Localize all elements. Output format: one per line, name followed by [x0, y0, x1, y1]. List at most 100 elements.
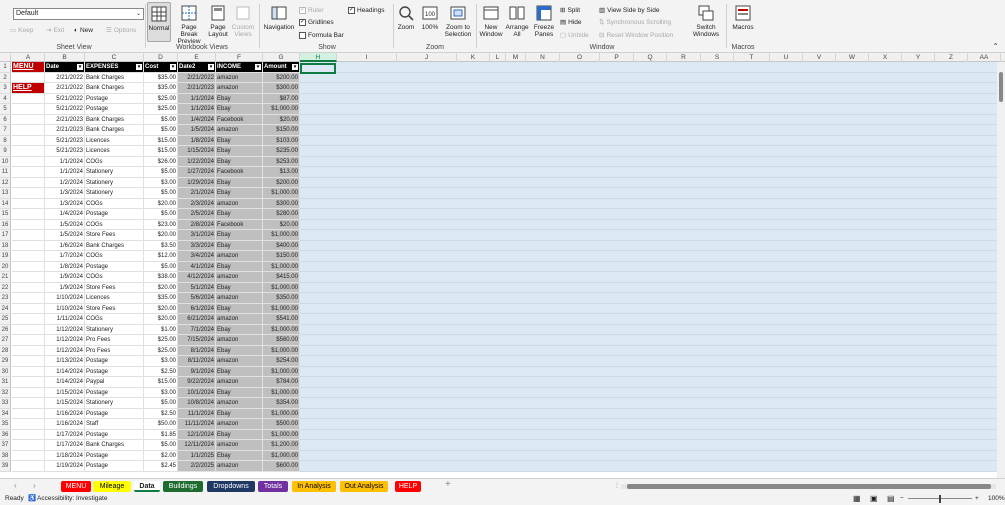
empty-cells[interactable]: [300, 135, 1005, 146]
cell-date[interactable]: 1/9/2024: [45, 272, 85, 283]
row-header[interactable]: 23: [0, 293, 11, 304]
row-header[interactable]: 2: [0, 72, 11, 83]
active-cell-h2[interactable]: [300, 63, 336, 74]
synchronous-scrolling-button[interactable]: ⇅ Synchronous Scrolling: [599, 18, 671, 27]
cell-expense[interactable]: Pro Fees: [85, 345, 144, 356]
cell-amount[interactable]: $1,000.00: [263, 188, 300, 199]
cell-cost[interactable]: $25.00: [144, 335, 178, 346]
cell-amount[interactable]: $300.00: [263, 198, 300, 209]
empty-cells[interactable]: [300, 177, 1005, 188]
cell-a[interactable]: [12, 419, 45, 430]
row-header[interactable]: 21: [0, 272, 11, 283]
cell-date[interactable]: 1/17/2024: [45, 429, 85, 440]
row-header[interactable]: 5: [0, 104, 11, 115]
empty-cells[interactable]: [300, 398, 1005, 409]
column-header-r[interactable]: R: [667, 53, 701, 62]
cell-date[interactable]: 2/21/2023: [45, 114, 85, 125]
cell-cost[interactable]: $35.00: [144, 293, 178, 304]
cell-amount[interactable]: $1,000.00: [263, 345, 300, 356]
empty-cells[interactable]: [300, 188, 1005, 199]
cell-expense[interactable]: Postage: [85, 366, 144, 377]
cell-amount[interactable]: $87.00: [263, 93, 300, 104]
cell-a[interactable]: [12, 408, 45, 419]
normal-view-button[interactable]: Normal: [147, 2, 171, 42]
cell-expense[interactable]: Postage: [85, 261, 144, 272]
empty-cells[interactable]: [300, 219, 1005, 230]
new-window-button[interactable]: New Window: [479, 2, 503, 38]
cell-date[interactable]: 5/21/2023: [45, 135, 85, 146]
cell-date2[interactable]: 1/15/2024: [178, 146, 216, 157]
row-header[interactable]: 20: [0, 261, 11, 272]
filter-dropdown-icon[interactable]: ▾: [208, 64, 214, 70]
cell-expense[interactable]: Bank Charges: [85, 125, 144, 136]
cell-expense[interactable]: Postage: [85, 93, 144, 104]
cell-amount[interactable]: $1,000.00: [263, 261, 300, 272]
cell-a[interactable]: [12, 135, 45, 146]
cell-a[interactable]: [12, 177, 45, 188]
cell-cost[interactable]: $5.00: [144, 440, 178, 451]
cell-income[interactable]: Ebay: [216, 156, 263, 167]
cell-amount[interactable]: $1,000.00: [263, 230, 300, 241]
page-layout-view-icon[interactable]: ▣: [870, 493, 878, 505]
cell-amount[interactable]: $1,200.00: [263, 440, 300, 451]
row-header[interactable]: 16: [0, 219, 11, 230]
exit-button[interactable]: ⇥ Exit: [46, 26, 64, 35]
options-button[interactable]: ☰ Options: [106, 26, 136, 35]
normal-view-icon[interactable]: ▦: [853, 493, 861, 505]
horizontal-scrollbar[interactable]: [621, 484, 996, 489]
cell-income[interactable]: Ebay: [216, 146, 263, 157]
empty-cells[interactable]: [300, 251, 1005, 262]
row-header[interactable]: 9: [0, 146, 11, 157]
cell-income[interactable]: Ebay: [216, 303, 263, 314]
cell-expense[interactable]: Postage: [85, 356, 144, 367]
cell-income[interactable]: amazon: [216, 419, 263, 430]
cell-amount[interactable]: $500.00: [263, 419, 300, 430]
row-header[interactable]: 11: [0, 167, 11, 178]
row-header[interactable]: 25: [0, 314, 11, 325]
cell-amount[interactable]: $300.00: [263, 83, 300, 94]
cell-cost[interactable]: $20.00: [144, 282, 178, 293]
cell-income[interactable]: amazon: [216, 335, 263, 346]
zoom-in-icon[interactable]: +: [975, 493, 979, 505]
row-header[interactable]: 14: [0, 198, 11, 209]
row-header[interactable]: 39: [0, 461, 11, 472]
cell-a[interactable]: [12, 198, 45, 209]
navigation-button[interactable]: Navigation: [262, 2, 296, 31]
cell-income[interactable]: Ebay: [216, 282, 263, 293]
cell-a[interactable]: [12, 377, 45, 388]
new-view-button[interactable]: ◐ New: [74, 26, 93, 35]
cell-date2[interactable]: 7/1/2024: [178, 324, 216, 335]
empty-cells[interactable]: [300, 104, 1005, 115]
freeze-panes-button[interactable]: Freeze Panes: [531, 2, 557, 38]
cell-expense[interactable]: Licences: [85, 135, 144, 146]
cell-date[interactable]: 1/19/2024: [45, 461, 85, 472]
row-header[interactable]: 3: [0, 83, 11, 94]
cell-date2[interactable]: 10/8/2024: [178, 398, 216, 409]
empty-cells[interactable]: [300, 198, 1005, 209]
cell-date2[interactable]: 1/1/2024: [178, 93, 216, 104]
cell-date[interactable]: 1/8/2024: [45, 261, 85, 272]
empty-cells[interactable]: [300, 282, 1005, 293]
cell-amount[interactable]: $200.00: [263, 72, 300, 83]
page-layout-button[interactable]: Page Layout: [207, 2, 229, 38]
tab-mileage[interactable]: Mileage: [93, 481, 131, 492]
macros-button[interactable]: Macros: [729, 2, 757, 31]
cell-expense[interactable]: Staff: [85, 419, 144, 430]
cell-cost[interactable]: $2.50: [144, 366, 178, 377]
menu-button[interactable]: MENU: [12, 62, 45, 73]
empty-cells[interactable]: [300, 167, 1005, 178]
cell-date[interactable]: 2/21/2022: [45, 72, 85, 83]
cell-date[interactable]: 1/1/2024: [45, 156, 85, 167]
arrange-all-button[interactable]: Arrange All: [505, 2, 529, 38]
cell-amount[interactable]: $1,000.00: [263, 282, 300, 293]
cell-date2[interactable]: 11/1/2024: [178, 408, 216, 419]
row-header[interactable]: 35: [0, 419, 11, 430]
empty-cells[interactable]: [300, 356, 1005, 367]
empty-cells[interactable]: [300, 72, 1005, 83]
column-header-u[interactable]: U: [770, 53, 803, 62]
row-header[interactable]: 37: [0, 440, 11, 451]
cell-amount[interactable]: $1,000.00: [263, 303, 300, 314]
column-header-y[interactable]: Y: [902, 53, 935, 62]
cell-date2[interactable]: 1/29/2024: [178, 177, 216, 188]
row-header[interactable]: 24: [0, 303, 11, 314]
